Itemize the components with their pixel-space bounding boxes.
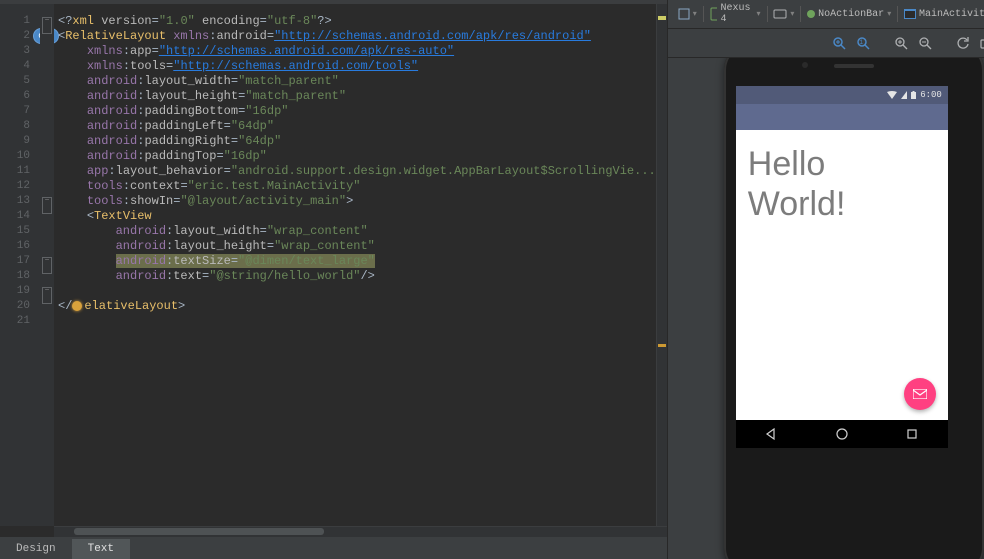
code-line[interactable]: tools:showIn="@layout/activity_main"> — [54, 194, 656, 209]
code-line[interactable]: xmlns:tools="http://schemas.android.com/… — [54, 59, 656, 74]
refresh-button[interactable] — [954, 34, 972, 52]
battery-icon — [911, 91, 916, 99]
zoom-fit-button[interactable] — [830, 34, 848, 52]
device-screen: 6:00 Hello World! — [736, 86, 948, 448]
code-line[interactable]: android:layout_height="match_parent" — [54, 89, 656, 104]
horizontal-scrollbar[interactable] — [54, 526, 667, 537]
screenshot-button[interactable] — [978, 34, 984, 52]
hello-text-line1: Hello — [748, 144, 936, 184]
app-toolbar — [736, 104, 948, 130]
phone-camera — [802, 62, 808, 68]
theme-dropdown[interactable]: NoActionBar▾ — [803, 4, 895, 24]
preview-zoom-toolbar: 1 — [668, 29, 984, 58]
hello-text-line2: World! — [748, 184, 936, 224]
zoom-in-button[interactable] — [892, 34, 910, 52]
device-frame: 6:00 Hello World! — [724, 58, 984, 559]
mail-icon — [913, 389, 927, 399]
status-time: 6:00 — [920, 90, 942, 100]
editor-bottom-tabs: Design Text — [0, 537, 667, 559]
code-line[interactable]: tools:context="eric.test.MainActivity" — [54, 179, 656, 194]
layout-preview-panel: ▾ Nexus 4▾ ▾ NoActionBar▾ MainActivity▾ — [667, 0, 984, 559]
overview-ruler[interactable] — [656, 4, 667, 526]
orientation-dropdown[interactable]: ▾ — [769, 4, 798, 24]
code-line[interactable] — [54, 284, 656, 299]
activity-icon — [904, 9, 916, 19]
activity-dropdown[interactable]: MainActivity▾ — [900, 4, 984, 24]
device-dropdown[interactable]: Nexus 4▾ — [706, 4, 765, 24]
android-nav-bar — [736, 420, 948, 448]
fold-gutter: −−−− — [40, 4, 54, 526]
wifi-icon — [887, 91, 897, 99]
code-line[interactable]: android:paddingRight="64dp" — [54, 134, 656, 149]
app-content: Hello World! — [736, 130, 948, 238]
code-line[interactable]: android:layout_width="match_parent" — [54, 74, 656, 89]
svg-text:1: 1 — [859, 39, 863, 46]
android-status-bar: 6:00 — [736, 86, 948, 104]
code-line[interactable]: <TextView — [54, 209, 656, 224]
theme-icon — [807, 10, 815, 18]
floating-action-button[interactable] — [904, 378, 936, 410]
phone-speaker — [834, 64, 874, 68]
nav-recent-icon[interactable] — [905, 427, 919, 441]
tab-design[interactable]: Design — [0, 539, 72, 559]
code-line[interactable]: android:layout_width="wrap_content" — [54, 224, 656, 239]
code-line[interactable]: android:paddingLeft="64dp" — [54, 119, 656, 134]
code-line[interactable]: app:layout_behavior="android.support.des… — [54, 164, 656, 179]
preview-canvas[interactable]: 6:00 Hello World! — [668, 58, 984, 559]
code-line[interactable]: <RelativeLayout xmlns:android="http://sc… — [54, 29, 656, 44]
code-line[interactable]: android:paddingTop="16dp" — [54, 149, 656, 164]
warning-marker[interactable] — [658, 16, 666, 20]
signal-icon — [901, 91, 907, 99]
code-line[interactable]: android:layout_height="wrap_content" — [54, 239, 656, 254]
code-line[interactable]: android:text="@string/hello_world"/> — [54, 269, 656, 284]
zoom-out-button[interactable] — [916, 34, 934, 52]
intention-bulb-icon[interactable] — [72, 301, 82, 311]
code-editor-panel: 123456789101112131415161718192021c −−−− … — [0, 0, 667, 559]
horizontal-scroll-thumb[interactable] — [74, 528, 324, 535]
tab-text[interactable]: Text — [72, 539, 130, 559]
code-line[interactable]: </elativeLayout> — [54, 299, 656, 314]
zoom-actual-button[interactable]: 1 — [854, 34, 872, 52]
code-line[interactable]: android:textSize="@dimen/text_large" — [54, 254, 656, 269]
code-line[interactable] — [54, 314, 656, 329]
code-line[interactable]: <?xml version="1.0" encoding="utf-8"?> — [54, 14, 656, 29]
code-line[interactable]: android:paddingBottom="16dp" — [54, 104, 656, 119]
line-number-gutter: 123456789101112131415161718192021c — [0, 4, 40, 526]
nav-home-icon[interactable] — [835, 427, 849, 441]
change-marker[interactable] — [658, 344, 666, 347]
code-line[interactable]: xmlns:app="http://schemas.android.com/ap… — [54, 44, 656, 59]
nav-back-icon[interactable] — [764, 427, 778, 441]
design-surface-dropdown[interactable]: ▾ — [674, 4, 701, 24]
code-area[interactable]: <?xml version="1.0" encoding="utf-8"?><R… — [54, 4, 656, 526]
preview-device-toolbar: ▾ Nexus 4▾ ▾ NoActionBar▾ MainActivity▾ — [668, 0, 984, 29]
